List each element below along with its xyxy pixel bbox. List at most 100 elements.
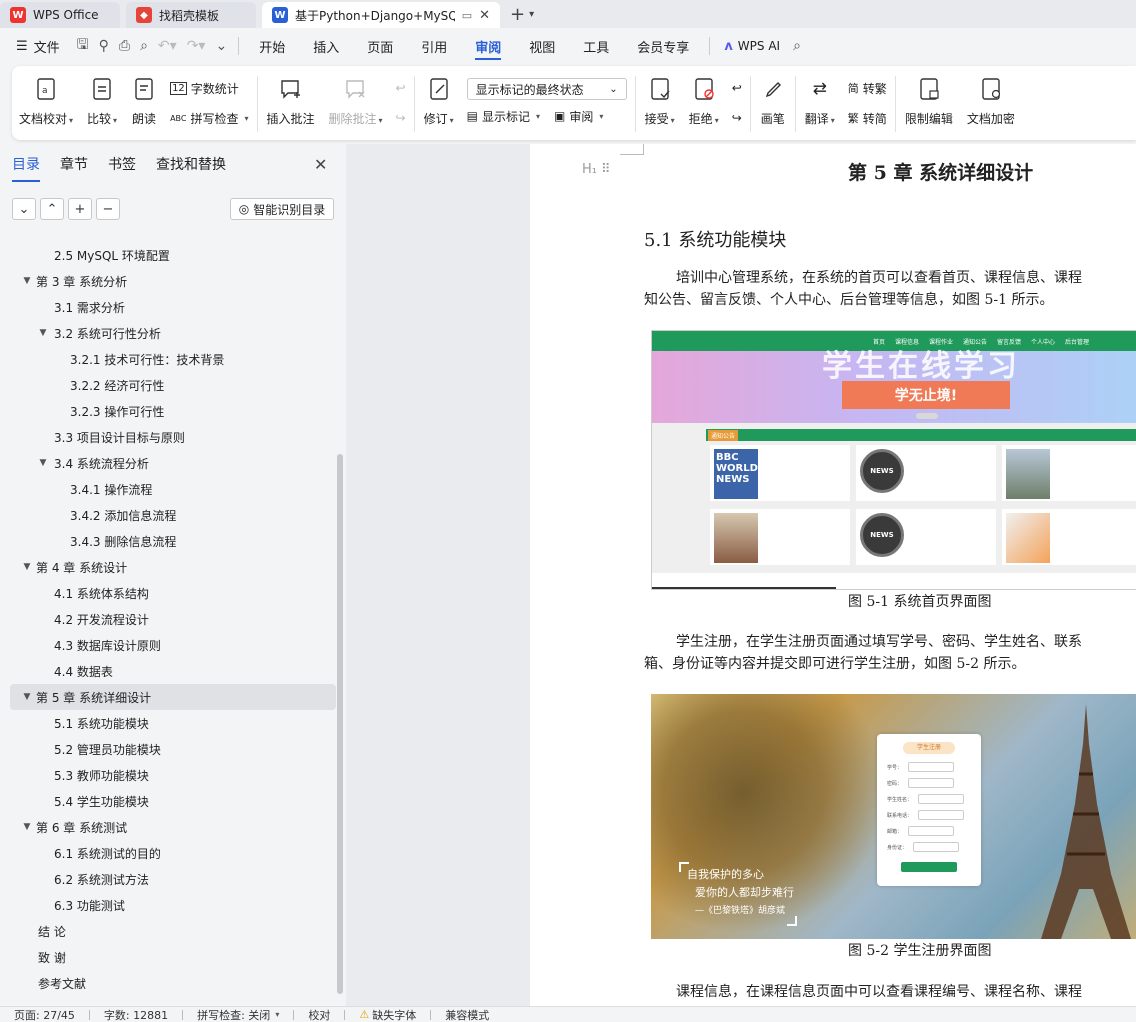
add-toc-button[interactable]: + bbox=[68, 198, 92, 220]
toc-item[interactable]: 3.2.2 经济可行性 bbox=[10, 372, 336, 398]
page-indicator[interactable]: 页面: 27/45 bbox=[0, 1007, 89, 1022]
new-tab-button[interactable]: + ▾ bbox=[510, 4, 534, 25]
search-icon[interactable]: ⌕ bbox=[788, 38, 806, 54]
toc-item[interactable]: 3.2.3 操作可行性 bbox=[10, 398, 336, 424]
print-icon[interactable]: ⎙ bbox=[114, 38, 135, 54]
toc-item[interactable]: 3.4.3 删除信息流程 bbox=[10, 528, 336, 554]
toc-item[interactable]: 3.4.2 添加信息流程 bbox=[10, 502, 336, 528]
tab-bookmarks[interactable]: 书签 bbox=[108, 154, 136, 182]
restrict-edit-button[interactable]: 限制编辑 bbox=[898, 72, 960, 134]
prev-comment-icon[interactable]: ↩ bbox=[396, 78, 406, 98]
more-chevron-icon[interactable]: ⌄ bbox=[210, 38, 232, 54]
word-count-indicator[interactable]: 字数: 12881 bbox=[90, 1007, 182, 1022]
remove-toc-button[interactable]: − bbox=[96, 198, 120, 220]
tab-chapters[interactable]: 章节 bbox=[60, 154, 88, 182]
menu-tools[interactable]: 工具 bbox=[569, 28, 623, 64]
toc-item[interactable]: ▼ 3.2 系统可行性分析 bbox=[10, 320, 336, 346]
toc-item[interactable]: 5.3 教师功能模块 bbox=[10, 762, 336, 788]
spell-check-button[interactable]: ABC 拼写检查 ▾ bbox=[170, 108, 248, 128]
proof-indicator[interactable]: 校对 bbox=[294, 1007, 344, 1022]
tab-document[interactable]: W 基于Python+Django+MySQL ▭ ✕ bbox=[262, 2, 500, 28]
tab-toc[interactable]: 目录 bbox=[12, 154, 40, 182]
next-comment-icon[interactable]: ↪ bbox=[396, 108, 406, 128]
toc-item[interactable]: 3.4.1 操作流程 bbox=[10, 476, 336, 502]
toc-item[interactable]: ▼ 3.4 系统流程分析 bbox=[10, 450, 336, 476]
menu-insert[interactable]: 插入 bbox=[299, 28, 353, 64]
to-simplified-button[interactable]: 繁转简 bbox=[848, 108, 887, 128]
menu-start[interactable]: 开始 bbox=[245, 28, 299, 64]
collapse-down-button[interactable]: ⌄ bbox=[12, 198, 36, 220]
file-menu[interactable]: ☰ 文件 bbox=[12, 28, 72, 64]
share-icon[interactable]: ⚲ bbox=[94, 38, 114, 54]
revise-button[interactable]: 修订 ▾ bbox=[417, 72, 461, 134]
toc-item[interactable]: ▼ 第 4 章 系统设计 bbox=[10, 554, 336, 580]
redo-icon[interactable]: ↷▾ bbox=[182, 38, 211, 54]
close-icon[interactable]: ✕ bbox=[314, 155, 327, 174]
toc-item[interactable]: 6.2 系统测试方法 bbox=[10, 866, 336, 892]
to-traditional-button[interactable]: 简转繁 bbox=[848, 78, 887, 98]
print-preview-icon[interactable]: ⌕ bbox=[135, 38, 153, 54]
next-revision-icon[interactable]: ↪ bbox=[732, 108, 742, 128]
heading-drag-handle[interactable]: H₁ ⠿ bbox=[582, 162, 611, 177]
wps-ai-button[interactable]: ʌ WPS AI bbox=[716, 28, 788, 64]
expand-arrow-icon[interactable]: ▼ bbox=[36, 458, 50, 468]
word-count-button[interactable]: 12 字数统计 bbox=[170, 78, 248, 98]
save-icon[interactable]: 🖫 bbox=[72, 34, 94, 58]
translate-button[interactable]: ⇄ 翻译 ▾ bbox=[798, 72, 842, 134]
toc-item[interactable]: ▼ 第 3 章 系统分析 bbox=[10, 268, 336, 294]
expand-arrow-icon[interactable]: ▼ bbox=[20, 276, 34, 286]
menu-member[interactable]: 会员专享 bbox=[623, 28, 703, 64]
toc-item[interactable]: 6.1 系统测试的目的 bbox=[10, 840, 336, 866]
show-markup-button[interactable]: ▤ 显示标记 ▾ bbox=[467, 108, 540, 125]
prev-revision-icon[interactable]: ↩ bbox=[732, 78, 742, 98]
toc-item[interactable]: 5.1 系统功能模块 bbox=[10, 710, 336, 736]
toc-item[interactable]: 3.2.1 技术可行性：技术背景 bbox=[10, 346, 336, 372]
expand-arrow-icon[interactable]: ▼ bbox=[36, 328, 50, 338]
reject-button[interactable]: 拒绝 ▾ bbox=[682, 72, 726, 134]
close-tab-icon[interactable]: ✕ bbox=[479, 8, 490, 23]
review-pane-button[interactable]: ▣ 审阅 ▾ bbox=[554, 108, 603, 125]
doc-proof-button[interactable]: a 文档校对 ▾ bbox=[12, 72, 80, 134]
toc-item[interactable]: 5.2 管理员功能模块 bbox=[10, 736, 336, 762]
doc-encrypt-button[interactable]: 文档加密 bbox=[960, 72, 1022, 134]
monitor-icon[interactable]: ▭ bbox=[462, 9, 472, 22]
menu-page[interactable]: 页面 bbox=[353, 28, 407, 64]
pen-button[interactable]: 画笔 bbox=[753, 72, 793, 134]
expand-arrow-icon[interactable]: ▼ bbox=[20, 562, 34, 572]
toc-item[interactable]: 4.3 数据库设计原则 bbox=[10, 632, 336, 658]
tab-find-replace[interactable]: 查找和替换 bbox=[156, 154, 226, 182]
read-aloud-button[interactable]: 朗读 bbox=[124, 72, 164, 134]
toc-item[interactable]: 3.3 项目设计目标与原则 bbox=[10, 424, 336, 450]
expand-arrow-icon[interactable]: ▼ bbox=[20, 822, 34, 832]
toc-item[interactable]: 结 论 bbox=[10, 918, 336, 944]
toc-item[interactable]: 2.5 MySQL 环境配置 bbox=[10, 242, 336, 268]
undo-icon[interactable]: ↶▾ bbox=[153, 38, 182, 54]
toc-item[interactable]: ▼ 第 6 章 系统测试 bbox=[10, 814, 336, 840]
accept-button[interactable]: 接受 ▾ bbox=[638, 72, 682, 134]
collapse-up-button[interactable]: ⌃ bbox=[40, 198, 64, 220]
toc-item[interactable]: 3.1 需求分析 bbox=[10, 294, 336, 320]
menu-review[interactable]: 审阅 bbox=[461, 28, 515, 64]
spell-check-indicator[interactable]: 拼写检查: 关闭 ▾ bbox=[183, 1007, 293, 1022]
menu-reference[interactable]: 引用 bbox=[407, 28, 461, 64]
toc-item-selected[interactable]: ▼ 第 5 章 系统详细设计 bbox=[10, 684, 336, 710]
toc-item[interactable]: 4.4 数据表 bbox=[10, 658, 336, 684]
toc-item[interactable]: 6.3 功能测试 bbox=[10, 892, 336, 918]
missing-font-indicator[interactable]: ⚠ 缺失字体 bbox=[345, 1007, 430, 1022]
markup-state-select[interactable]: 显示标记的最终状态 ⌄ bbox=[466, 78, 627, 100]
toc-item[interactable]: 4.2 开发流程设计 bbox=[10, 606, 336, 632]
compare-button[interactable]: 比较 ▾ bbox=[80, 72, 124, 134]
toc-item[interactable]: 5.4 学生功能模块 bbox=[10, 788, 336, 814]
expand-arrow-icon[interactable]: ▼ bbox=[20, 692, 34, 702]
delete-comment-button[interactable]: 删除批注 ▾ bbox=[322, 72, 390, 134]
tab-wps-office[interactable]: W WPS Office bbox=[0, 2, 120, 28]
toc-item[interactable]: 致 谢 bbox=[10, 944, 336, 970]
sidebar-scrollbar[interactable] bbox=[337, 454, 343, 994]
smart-toc-button[interactable]: ◎ 智能识别目录 bbox=[230, 198, 334, 220]
toc-item[interactable]: 4.1 系统体系结构 bbox=[10, 580, 336, 606]
tab-template[interactable]: ◆ 找稻壳模板 bbox=[126, 2, 256, 28]
insert-comment-button[interactable]: 插入批注 bbox=[260, 72, 322, 134]
toc-item[interactable]: 参考文献 bbox=[10, 970, 336, 996]
news-globe-icon: NEWS bbox=[860, 513, 904, 557]
menu-view[interactable]: 视图 bbox=[515, 28, 569, 64]
